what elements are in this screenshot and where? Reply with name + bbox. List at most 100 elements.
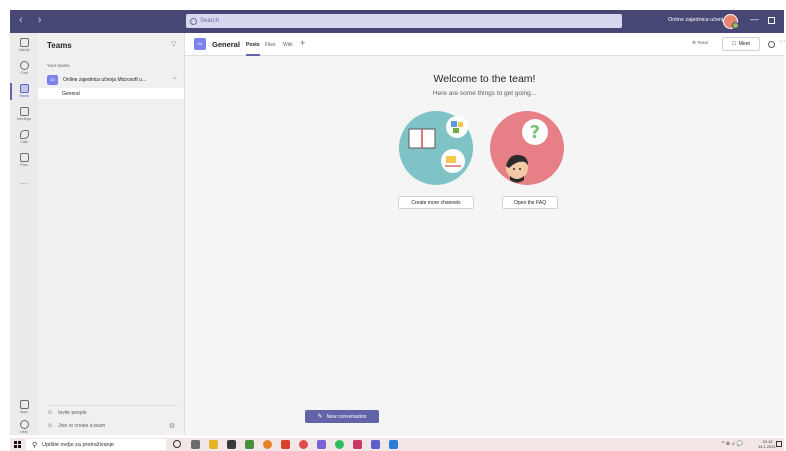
rail-item-files[interactable]: Files <box>10 150 38 172</box>
rail-label: Files <box>20 163 28 167</box>
join-label: Join or create a team <box>58 423 106 429</box>
rail-label: Teams <box>18 94 30 98</box>
team-button-label: Team <box>697 40 709 45</box>
rail-label: Help <box>20 430 28 434</box>
section-label: Your teams <box>47 63 70 68</box>
title-bar: ‹ › Search Online zajednica učenja — <box>10 10 784 33</box>
teams-panel: Teams ▽ Your teams OZ Online zajednica u… <box>38 33 185 435</box>
cortana-icon[interactable] <box>173 440 181 448</box>
new-conversation-button[interactable]: ✎ New conversation <box>305 410 379 423</box>
minimize-icon[interactable]: — <box>750 14 759 24</box>
more-apps-icon[interactable]: ··· <box>10 179 38 188</box>
gear-icon[interactable]: ⚙ <box>169 422 175 430</box>
create-channels-button[interactable]: Create more channels <box>398 196 474 209</box>
org-name[interactable]: Online zajednica učenja <box>668 17 726 23</box>
join-create-team-link[interactable]: ☺ Join or create a team <box>47 423 105 429</box>
welcome-title: Welcome to the team! <box>433 73 536 85</box>
rail-item-help[interactable]: Help <box>10 417 38 439</box>
windows-start-icon[interactable] <box>14 441 21 448</box>
bell-icon <box>19 38 29 47</box>
welcome-subtitle: Here are some things to get going... <box>432 90 537 97</box>
invite-people-link[interactable]: ☺ Invite people <box>47 410 87 416</box>
powerpoint-icon[interactable] <box>281 440 290 449</box>
file-explorer-icon[interactable] <box>209 440 218 449</box>
whatsapp-icon[interactable] <box>335 440 344 449</box>
firefox-icon[interactable] <box>263 440 272 449</box>
meet-label: Meet <box>738 41 750 47</box>
rail-item-calls[interactable]: Calls <box>10 127 38 149</box>
help-icon <box>19 420 29 429</box>
app-icon[interactable] <box>353 440 362 449</box>
onenote-icon[interactable] <box>317 440 326 449</box>
calendar-icon <box>19 107 29 116</box>
system-tray-icons[interactable]: ^ ⊕ ♫ 💬 <box>722 441 743 447</box>
join-team-icon: ☺ <box>47 423 54 429</box>
back-forward-arrows-icon[interactable]: ‹ › <box>19 14 47 26</box>
clock-date: 14.1.2021. <box>758 444 777 449</box>
tab-wiki[interactable]: Wiki <box>283 42 292 48</box>
rail-label: Apps <box>20 410 28 414</box>
new-conversation-label: New conversation <box>326 413 367 420</box>
divider <box>47 405 178 406</box>
user-avatar[interactable] <box>723 14 739 29</box>
phone-icon <box>19 130 29 139</box>
panel-title: Teams <box>47 41 72 50</box>
teams-icon[interactable] <box>371 440 380 449</box>
channel-item-general[interactable]: General <box>38 88 184 99</box>
channel-title: General <box>212 40 240 49</box>
info-icon[interactable] <box>768 41 775 48</box>
tab-posts[interactable]: Posts <box>246 42 260 48</box>
chrome-icon[interactable] <box>299 440 308 449</box>
teams-icon <box>19 84 29 93</box>
add-person-icon: ☺ <box>47 410 54 416</box>
channel-team-badge: OZ <box>194 38 206 50</box>
channel-header: OZ General Posts Files Wiki + ⚙ Team □ M… <box>185 33 786 56</box>
invite-label: Invite people <box>58 410 87 416</box>
faq-illustration-icon: ? <box>490 111 564 185</box>
team-name: Online zajednica učenja Microsoft u... <box>63 77 147 83</box>
rail-item-meetings[interactable]: Meetings <box>10 104 38 126</box>
rail-item-apps[interactable]: Apps <box>10 397 38 419</box>
app-icon[interactable] <box>245 440 254 449</box>
search-icon <box>190 17 197 25</box>
rail-label: Chat <box>20 71 28 75</box>
team-badge: OZ <box>47 75 58 85</box>
word-icon[interactable] <box>389 440 398 449</box>
app-rail: Activity Chat Teams Meetings Calls Files… <box>10 33 38 435</box>
more-options-icon[interactable]: ··· <box>779 38 786 45</box>
meet-button[interactable]: □ Meet <box>722 37 760 51</box>
team-more-icon[interactable]: ··· <box>172 75 177 82</box>
rail-item-teams[interactable]: Teams <box>10 81 38 103</box>
dropbox-icon[interactable] <box>227 440 236 449</box>
rail-label: Meetings <box>16 117 32 121</box>
compose-icon: ✎ <box>317 414 323 420</box>
main-content: Welcome to the team! Here are some thing… <box>185 56 784 435</box>
rail-label: Activity <box>18 48 30 52</box>
rail-label: Calls <box>20 140 28 144</box>
search-placeholder: Search <box>200 18 220 24</box>
windows-taskbar: ⚲ Upišite ovdje za pretraživanje ^ ⊕ ♫ 💬… <box>10 438 784 451</box>
file-icon <box>19 153 29 162</box>
open-faq-button[interactable]: Open the FAQ <box>502 196 558 209</box>
add-tab-icon[interactable]: + <box>300 38 305 48</box>
tab-files[interactable]: Files <box>265 42 276 48</box>
search-box[interactable]: Search <box>186 14 622 28</box>
clock[interactable]: 20:15 14.1.2021. <box>758 439 777 449</box>
video-camera-icon: □ <box>732 41 736 47</box>
filter-icon[interactable]: ▽ <box>171 40 176 48</box>
channels-illustration-icon <box>399 111 473 185</box>
team-item[interactable]: OZ Online zajednica učenja Microsoft u..… <box>38 73 184 87</box>
rail-item-chat[interactable]: Chat <box>10 58 38 80</box>
team-button[interactable]: ⚙ Team <box>692 40 708 46</box>
maximize-icon[interactable] <box>768 17 775 24</box>
notifications-icon[interactable] <box>776 441 782 447</box>
taskbar-search[interactable]: ⚲ Upišite ovdje za pretraživanje <box>26 439 166 450</box>
search-icon: ⚲ <box>32 441 38 449</box>
apps-icon <box>19 400 29 409</box>
svg-text:?: ? <box>530 122 540 143</box>
rail-item-activity[interactable]: Activity <box>10 35 38 57</box>
channel-name: General <box>62 91 80 97</box>
task-view-icon[interactable] <box>191 440 200 449</box>
taskbar-search-placeholder: Upišite ovdje za pretraživanje <box>42 441 114 448</box>
chat-icon <box>19 61 29 70</box>
